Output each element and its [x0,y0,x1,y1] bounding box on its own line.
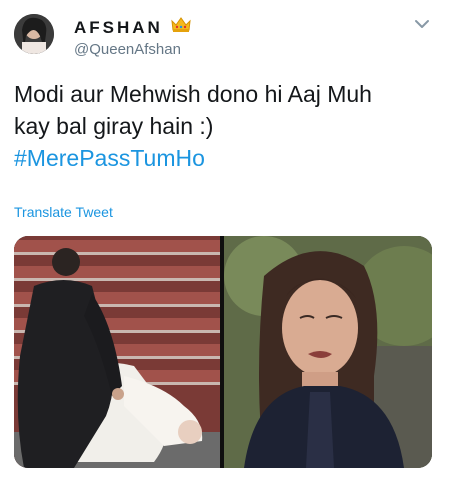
chevron-down-icon[interactable] [414,18,430,30]
author-display-name[interactable]: AFSHAN [74,18,163,38]
photo-woman-crying [224,236,432,468]
photo-man-falling-on-stairs [14,236,220,468]
media-image-left[interactable] [14,236,220,468]
crown-icon [171,17,191,32]
tweet-card: AFSHAN @QueenAfshan Modi aur Mehwish don… [0,0,450,482]
avatar[interactable] [14,14,54,54]
media-image-right[interactable] [224,236,432,468]
avatar-photo [14,14,54,54]
tweet-text-line: Modi aur Mehwish dono hi Aaj Muh [14,81,372,107]
translate-tweet-link[interactable]: Translate Tweet [14,204,113,220]
tweet-text-line: kay bal giray hain :) [14,113,214,139]
author-handle[interactable]: @QueenAfshan [74,41,181,58]
media-grid [14,236,432,468]
tweet-text: Modi aur Mehwish dono hi Aaj Muh kay bal… [14,78,439,174]
hashtag-link[interactable]: #MerePassTumHo [14,142,439,174]
